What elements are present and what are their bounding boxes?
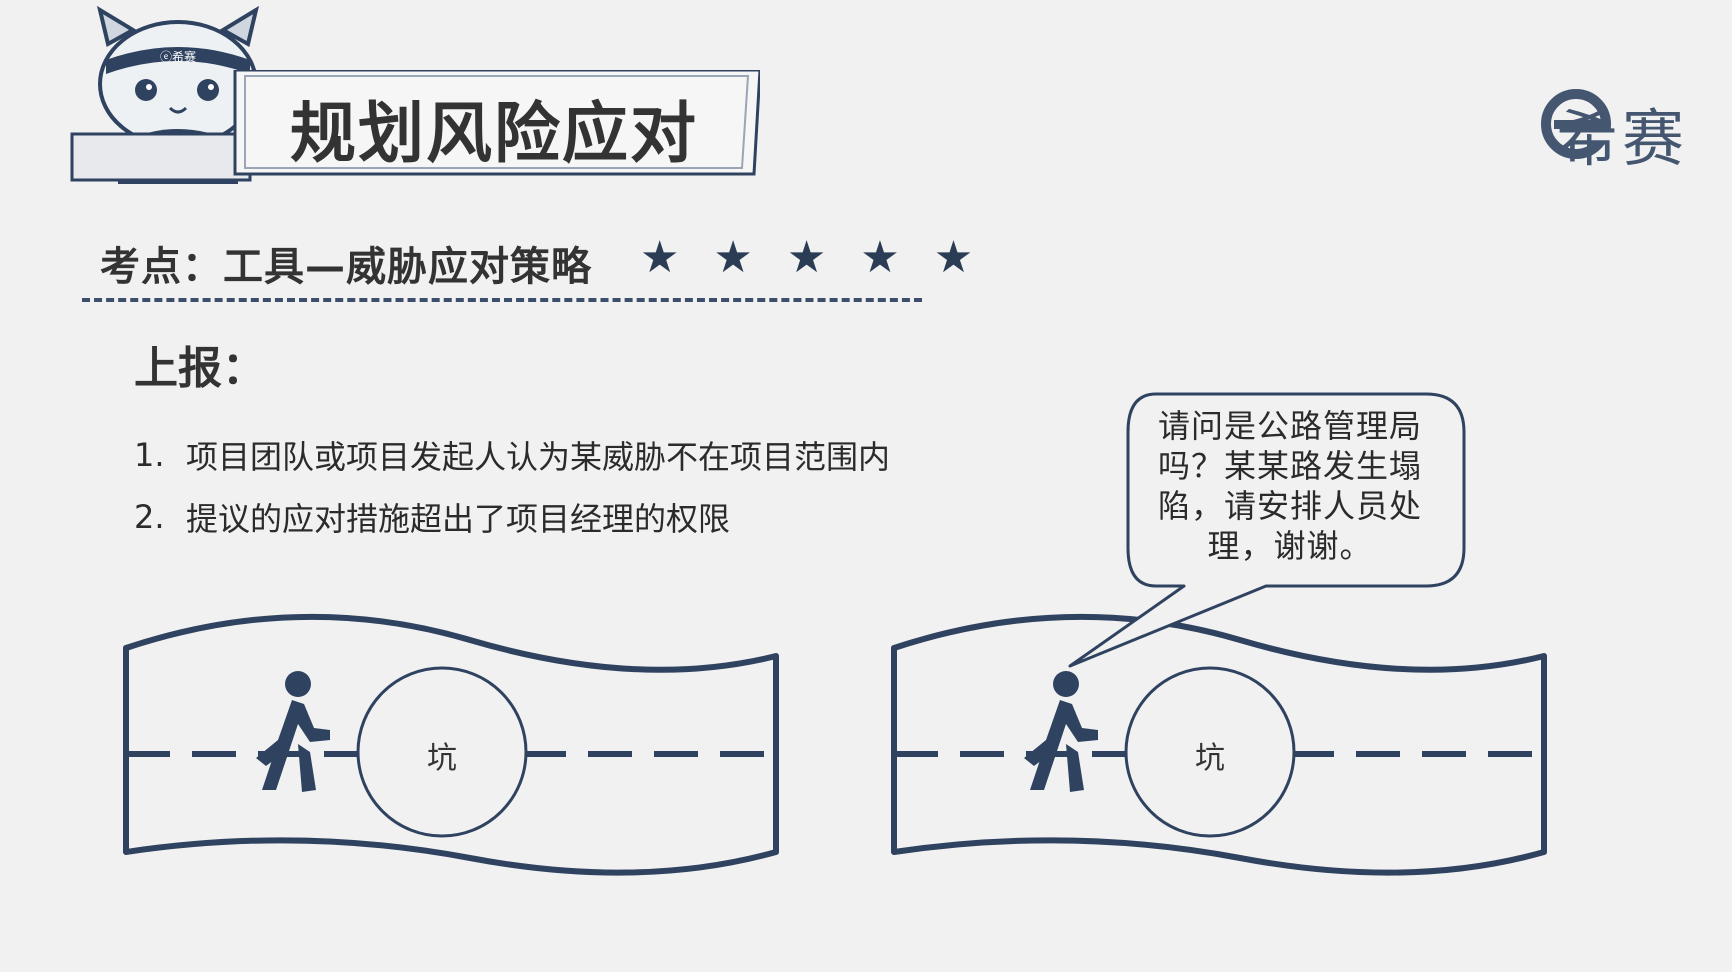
walking-person-icon (256, 671, 330, 792)
road-illustrations (123, 392, 1547, 876)
right-pit-label: 坑 (1195, 741, 1225, 776)
speech-bubble-text: 请问是公路管理局吗？某某路发生塌陷，请安排人员处理，谢谢。 (1157, 407, 1422, 565)
walking-person-icon (1024, 671, 1098, 792)
left-pit-label: 坑 (427, 741, 457, 776)
